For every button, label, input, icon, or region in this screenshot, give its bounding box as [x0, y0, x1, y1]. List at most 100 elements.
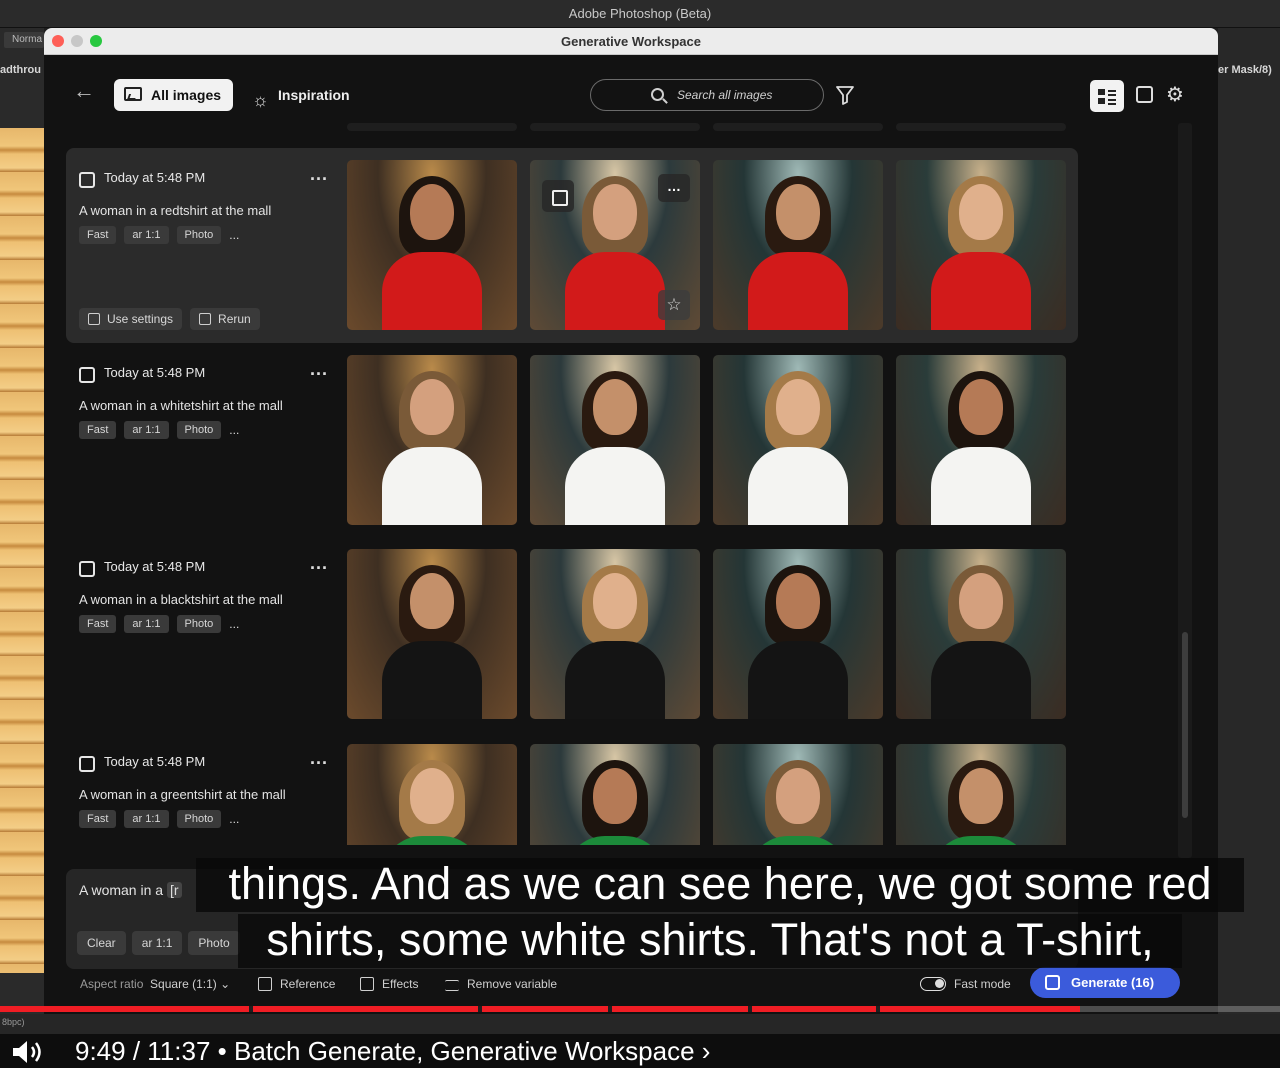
tshirt [748, 252, 848, 330]
group-tags: Fast ar 1:1 Photo... [79, 810, 239, 828]
screen: { "app": { "title": "Adobe Photoshop (Be… [0, 0, 1280, 1068]
all-images-button[interactable]: All images [114, 79, 233, 111]
generated-image-thumbnail[interactable] [347, 744, 517, 845]
clear-button[interactable]: Clear [77, 931, 126, 955]
face [593, 768, 637, 824]
group-select-checkbox[interactable] [79, 756, 95, 772]
left-panel-label: adthrou [0, 64, 41, 76]
use-settings-button[interactable]: Use settings [79, 308, 183, 330]
group-timestamp: Today at 5:48 PM [104, 170, 206, 185]
prompt-variable-token[interactable]: [r [166, 882, 182, 898]
aspect-ratio-label: Aspect ratio [80, 977, 144, 991]
group-select-checkbox[interactable] [79, 367, 95, 383]
group-more-menu-icon[interactable]: ... [310, 359, 328, 380]
generate-icon [1045, 975, 1060, 990]
reference-button[interactable]: Reference [258, 974, 335, 994]
aspect-ratio-chip[interactable]: ar 1:1 [131, 931, 183, 955]
action-label: Rerun [218, 312, 251, 326]
generation-group[interactable]: Today at 5:48 PM... A woman in a redtshir… [66, 148, 1078, 343]
group-tags: Fast ar 1:1 Photo... [79, 421, 239, 439]
group-tags-more[interactable]: ... [229, 421, 239, 439]
video-progress-fill [0, 1006, 1081, 1012]
generated-image-thumbnail[interactable] [713, 160, 883, 330]
generation-group[interactable]: Today at 5:48 PM... A woman in a whitetsh… [66, 343, 1078, 538]
remove-variable-button[interactable]: Remove variable [445, 974, 557, 994]
generated-image-thumbnail[interactable] [896, 549, 1066, 719]
search-icon [651, 88, 664, 101]
photoshop-title-bar: Adobe Photoshop (Beta) [0, 0, 1280, 28]
group-tag: Fast [79, 226, 117, 244]
image-more-menu-icon[interactable]: … [658, 174, 690, 202]
scrollbar-thumb[interactable] [1182, 632, 1188, 818]
generated-image-thumbnail[interactable] [347, 355, 517, 525]
content-type-chip[interactable]: Photo [188, 931, 240, 955]
generated-image-thumbnail[interactable] [713, 549, 883, 719]
prompt-input[interactable]: A woman in a [r [79, 882, 182, 898]
partially-visible-previous-row [347, 120, 1067, 134]
volume-icon[interactable] [10, 1038, 46, 1066]
face [959, 768, 1003, 824]
group-tags-more[interactable]: ... [229, 810, 239, 828]
video-time-and-chapter[interactable]: 9:49 / 11:37 • Batch Generate, Generativ… [75, 1035, 710, 1067]
rerun-button[interactable]: Rerun [190, 308, 260, 330]
generated-image-thumbnail[interactable] [347, 160, 517, 330]
search-input[interactable]: Search all images [590, 79, 824, 111]
blend-mode-tag[interactable]: Norma [4, 32, 44, 48]
generated-image-thumbnail[interactable] [347, 549, 517, 719]
generated-image-thumbnail[interactable] [713, 355, 883, 525]
generate-button[interactable]: Generate (16) [1030, 967, 1180, 998]
generation-group[interactable]: Today at 5:48 PM... A woman in a greentsh… [66, 732, 1078, 845]
grid-view-icon [1098, 89, 1105, 95]
gear-icon[interactable]: ⚙ [1166, 81, 1184, 109]
single-view-icon[interactable] [1136, 86, 1153, 103]
group-tag: Fast [79, 810, 117, 828]
inspiration-button[interactable]: ☼ Inspiration [248, 79, 350, 111]
group-more-menu-icon[interactable]: ... [310, 553, 328, 574]
group-tag: ar 1:1 [124, 421, 169, 439]
effects-button[interactable]: Effects [360, 974, 418, 994]
group-timestamp: Today at 5:48 PM [104, 559, 206, 574]
group-actions: Use settings Rerun [79, 308, 260, 330]
group-select-checkbox[interactable] [79, 561, 95, 577]
generated-image-thumbnail[interactable] [530, 744, 700, 845]
group-more-menu-icon[interactable]: ... [310, 748, 328, 769]
group-select-checkbox[interactable] [79, 172, 95, 188]
group-more-menu-icon[interactable]: ... [310, 164, 328, 185]
group-prompt: A woman in a greentshirt at the mall [79, 787, 286, 802]
separator: • [217, 1036, 227, 1066]
face [959, 573, 1003, 629]
image-select-checkbox[interactable] [542, 180, 574, 212]
favorite-star-icon[interactable]: ☆ [658, 290, 690, 320]
aspect-ratio-select[interactable]: Aspect ratio Square (1:1) ⌄ [80, 974, 230, 994]
generated-image-thumbnail[interactable] [896, 744, 1066, 845]
generated-image-thumbnail[interactable] [530, 355, 700, 525]
face [410, 379, 454, 435]
group-tag: ar 1:1 [124, 810, 169, 828]
fast-mode-toggle[interactable] [920, 977, 946, 991]
bit-depth-label: 8bpc) [2, 1017, 25, 1027]
grid-view-button[interactable] [1090, 80, 1124, 112]
group-tag: Photo [176, 421, 222, 439]
back-arrow-icon[interactable]: ← [72, 79, 96, 103]
app-title: Adobe Photoshop (Beta) [568, 6, 712, 21]
group-prompt: A woman in a blacktshirt at the mall [79, 592, 283, 607]
generated-image-thumbnail[interactable] [896, 355, 1066, 525]
group-timestamp: Today at 5:48 PM [104, 754, 206, 769]
generated-image-thumbnail[interactable]: … ☆ [530, 160, 700, 330]
filter-icon[interactable] [836, 85, 854, 105]
group-tag: Photo [176, 615, 222, 633]
chapter-marker [876, 1006, 880, 1012]
window-title-bar: Generative Workspace [44, 28, 1218, 55]
generated-image-thumbnail[interactable] [530, 549, 700, 719]
group-tags-more[interactable]: ... [229, 615, 239, 633]
generated-image-thumbnail[interactable] [896, 160, 1066, 330]
generated-image-thumbnail[interactable] [713, 744, 883, 845]
generation-group[interactable]: Today at 5:48 PM... A woman in a blacktsh… [66, 537, 1078, 732]
tshirt [748, 447, 848, 525]
group-prompt: A woman in a redtshirt at the mall [79, 203, 272, 218]
tshirt [565, 447, 665, 525]
action-label: Use settings [107, 312, 174, 326]
group-tags: Fast ar 1:1 Photo... [79, 226, 239, 244]
tshirt [382, 252, 482, 330]
group-tags-more[interactable]: ... [229, 226, 239, 244]
